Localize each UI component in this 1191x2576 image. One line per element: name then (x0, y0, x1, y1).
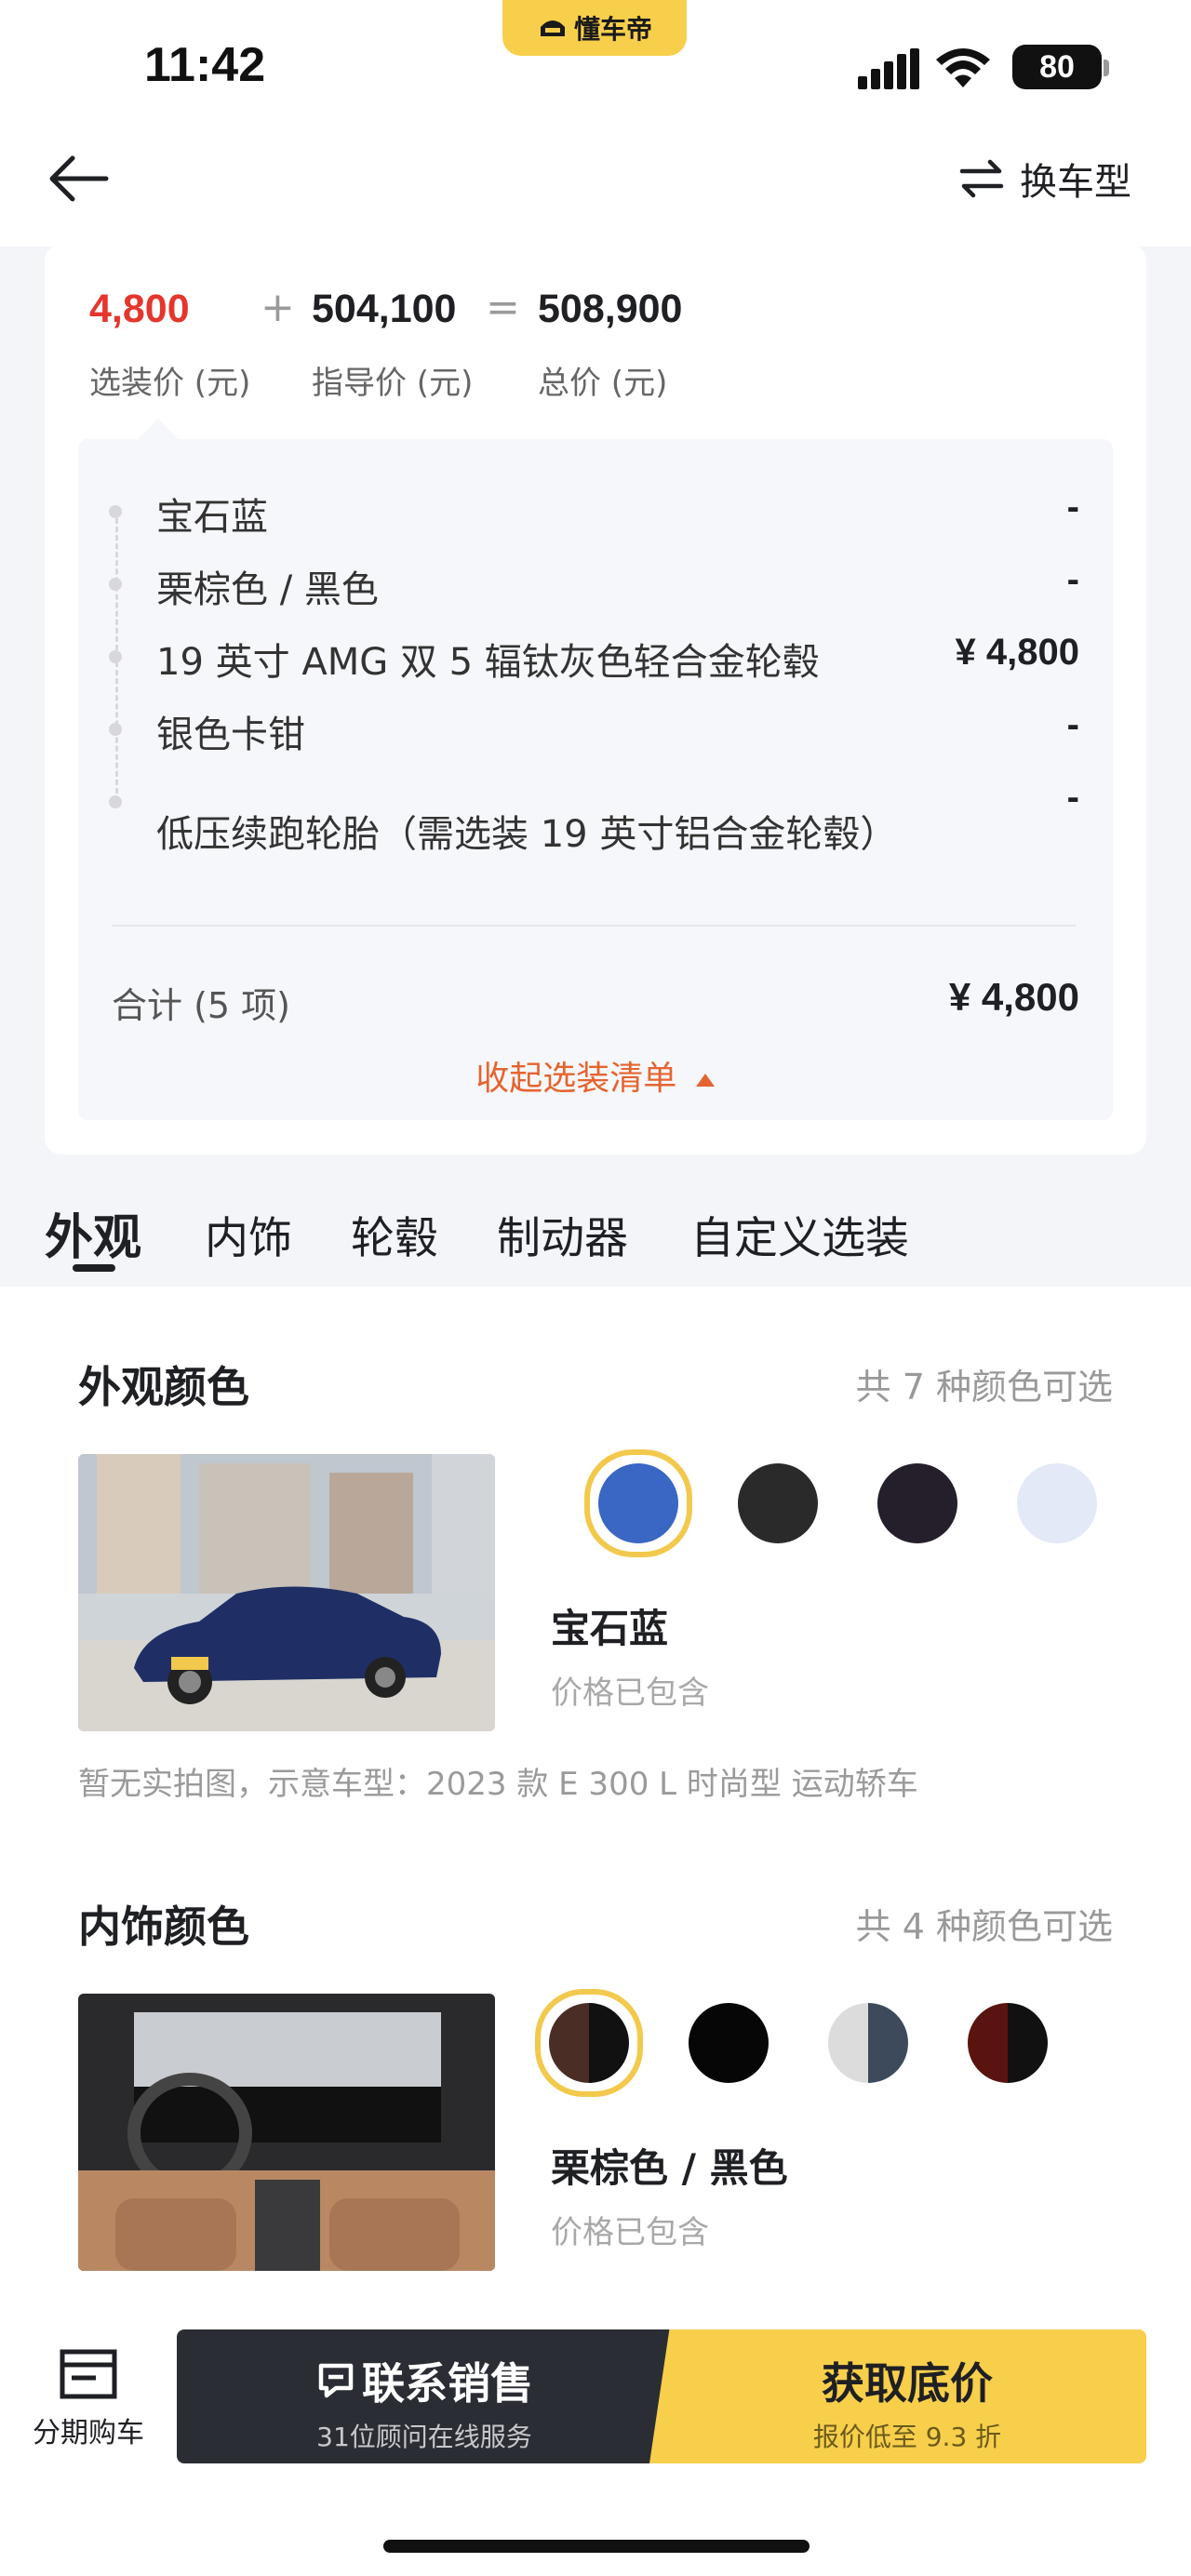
get-lowest-price-button[interactable]: 获取底价 报价低至 9.3 折 (649, 2329, 1146, 2463)
battery-tip (1104, 60, 1109, 76)
option-bullet (109, 505, 122, 518)
collapse-options-label: 收起选装清单 (475, 1060, 677, 1098)
option-price-label: 选装价 (元) (89, 365, 251, 402)
option-name: 19 英寸 AMG 双 5 辐钛灰色轻合金轮毂 (156, 641, 820, 684)
cellular-signal-icon (858, 48, 919, 89)
option-price-value: 4,800 (89, 287, 190, 331)
home-indicator (383, 2540, 810, 2553)
interior-car-photo (78, 1994, 495, 2271)
options-divider (112, 925, 1076, 927)
chat-bubble-icon (318, 2363, 354, 2398)
exterior-selected-color: 宝石蓝 (551, 1606, 669, 1651)
app-logo-icon (540, 20, 565, 36)
exterior-price-note: 价格已包含 (551, 1675, 709, 1712)
exterior-color-count: 共 7 种颜色可选 (855, 1367, 1113, 1408)
options-total-value: ¥ 4,800 (948, 975, 1079, 1019)
exterior-photo-note: 暂无实拍图，示意车型：2023 款 E 300 L 时尚型 运动轿车 (78, 1766, 918, 1803)
interior-selected-color: 栗棕色 / 黑色 (551, 2145, 788, 2191)
interior-price-note: 价格已包含 (551, 2214, 709, 2251)
active-tab-indicator (73, 1264, 115, 1272)
color-swatch[interactable] (689, 2003, 769, 2083)
total-price-value: 508,900 (538, 287, 683, 331)
option-price: - (1066, 704, 1079, 745)
color-swatch-chestnut-black[interactable] (549, 2003, 629, 2083)
color-swatch[interactable] (968, 2003, 1048, 2083)
options-total-label: 合计 (5 项) (112, 985, 290, 1026)
plus-sign: + (261, 284, 295, 331)
option-price: - (1066, 559, 1079, 600)
tab-brakes[interactable]: 制动器 (497, 1202, 628, 1266)
color-swatch[interactable] (738, 1463, 818, 1543)
switch-model-label: 换车型 (1020, 161, 1131, 204)
option-name: 栗棕色 / 黑色 (156, 568, 379, 611)
finance-purchase-label: 分期购车 (33, 2417, 144, 2449)
contact-sales-label: 联系销售 (362, 2358, 533, 2409)
app-badge: 懂车帝 (502, 0, 687, 56)
exterior-car-photo (78, 1454, 495, 1731)
guide-price-label: 指导价 (元) (312, 365, 474, 402)
installment-card-icon (60, 2349, 117, 2399)
option-name: 银色卡钳 (156, 714, 305, 756)
color-swatch[interactable] (828, 2003, 908, 2083)
tab-custom-options[interactable]: 自定义选装 (690, 1202, 909, 1266)
option-price: - (1066, 487, 1079, 527)
options-pointer (138, 419, 179, 439)
status-time: 11:42 (144, 38, 266, 92)
app-badge-label: 懂车帝 (573, 14, 652, 45)
collapse-options-button[interactable]: 收起选装清单 (0, 1051, 1191, 1100)
option-bullet (109, 795, 122, 808)
color-swatch-gem-blue[interactable] (598, 1463, 678, 1543)
finance-purchase-button[interactable]: 分期购车 (28, 2348, 149, 2460)
tab-interior[interactable]: 内饰 (205, 1202, 292, 1266)
option-bullet (109, 650, 122, 663)
color-swatch[interactable] (1017, 1463, 1097, 1543)
contact-sales-button[interactable]: 联系销售 31位顾问在线服务 (177, 2329, 672, 2463)
guide-price-value: 504,100 (312, 287, 457, 331)
option-price: - (1066, 777, 1079, 818)
battery-indicator: 80 (1012, 45, 1102, 89)
option-name: 宝石蓝 (156, 496, 268, 539)
equals-sign: = (486, 284, 520, 331)
wifi-icon (936, 48, 990, 87)
total-price-label: 总价 (元) (538, 365, 668, 402)
contact-sales-subtext: 31位顾问在线服务 (316, 2422, 532, 2452)
get-lowest-price-label: 获取底价 (822, 2358, 993, 2409)
color-swatch[interactable] (877, 1463, 957, 1543)
option-bullet (109, 578, 122, 591)
option-name: 低压续跑轮胎（需选装 19 英寸铝合金轮毂） (156, 813, 898, 856)
back-arrow-icon[interactable] (45, 151, 112, 207)
swap-arrows-icon (959, 159, 1004, 198)
tab-wheels[interactable]: 轮毂 (351, 1202, 438, 1266)
option-price: ¥ 4,800 (955, 632, 1079, 673)
caret-up-icon (695, 1074, 715, 1087)
switch-model-button[interactable]: 换车型 (958, 149, 1154, 208)
swatch-fade (535, 1433, 591, 1563)
exterior-color-title: 外观颜色 (78, 1362, 249, 1412)
interior-color-count: 共 4 种颜色可选 (855, 1906, 1113, 1947)
tab-exterior[interactable]: 外观 (45, 1198, 141, 1268)
option-bullet (109, 723, 122, 736)
interior-color-title: 内饰颜色 (78, 1902, 249, 1952)
get-lowest-price-subtext: 报价低至 9.3 折 (812, 2422, 1002, 2452)
